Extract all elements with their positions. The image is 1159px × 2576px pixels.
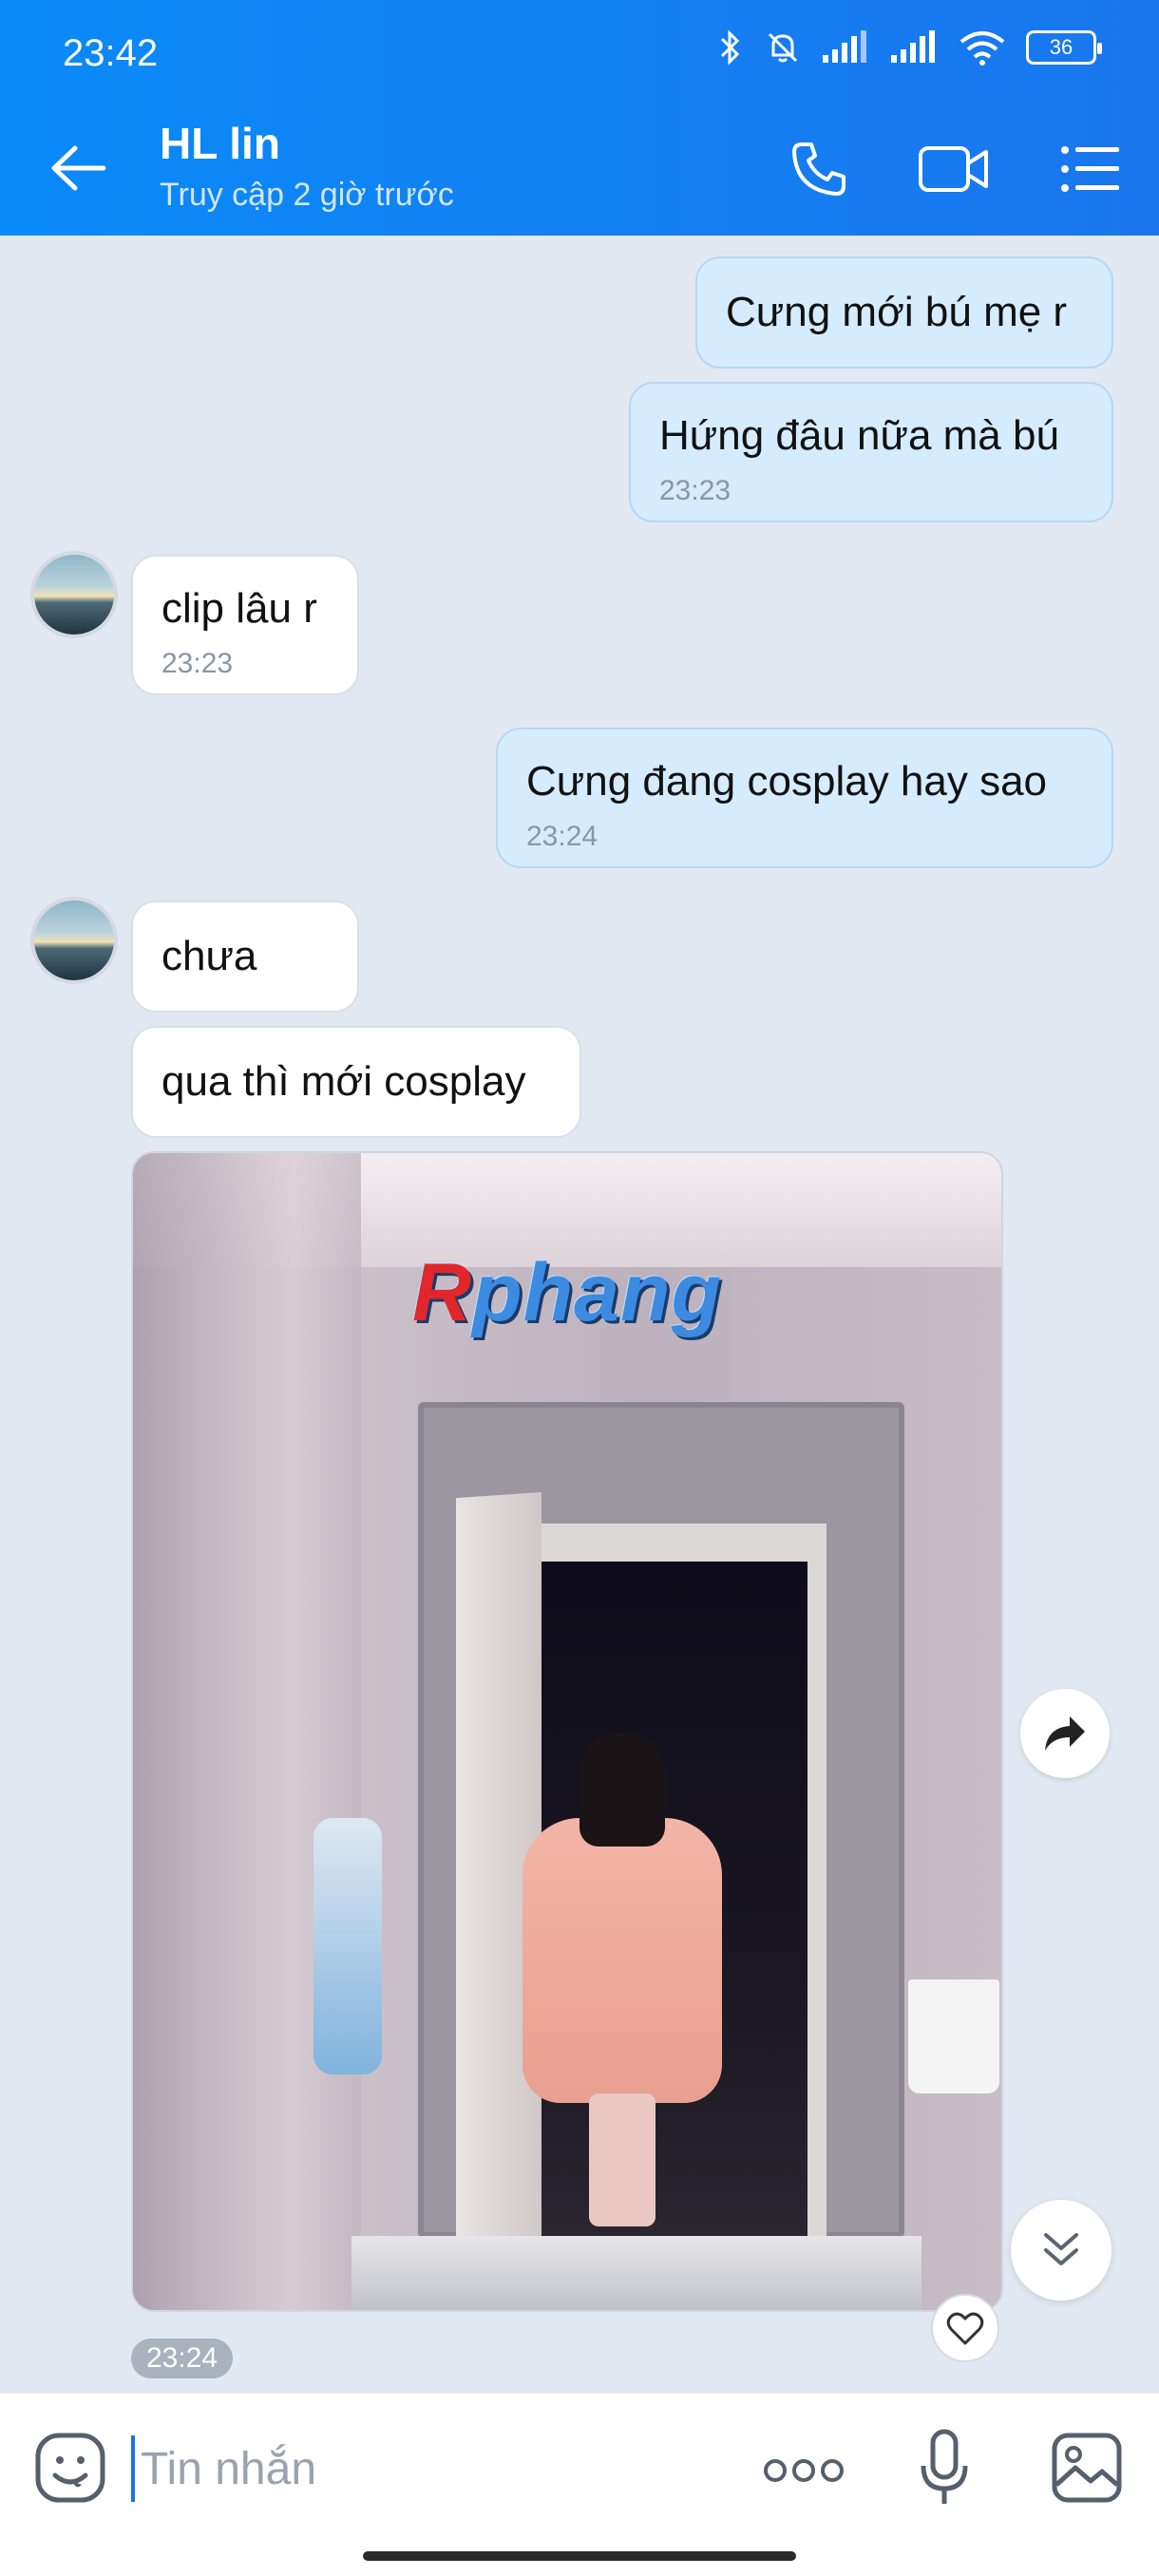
message-time: 23:23 <box>162 648 234 679</box>
message-text: Cưng mới bú mẹ r <box>726 289 1068 335</box>
message-composer <box>0 2392 1159 2576</box>
wifi-icon <box>960 31 1005 66</box>
video-icon <box>919 146 988 192</box>
message-bubble-received[interactable]: chưa <box>131 900 359 1013</box>
menu-list-icon <box>1061 146 1119 192</box>
last-seen-status: Truy cập 2 giờ trước <box>160 177 454 213</box>
voice-message-button[interactable] <box>918 2428 971 2508</box>
message-text: Cưng đang cosplay hay sao <box>526 758 1048 805</box>
back-arrow-icon <box>51 145 106 191</box>
more-dots-icon <box>764 2459 844 2482</box>
more-options-button[interactable] <box>762 2447 846 2494</box>
double-chevron-down-icon <box>1044 2233 1078 2265</box>
signal-icon-2 <box>891 30 935 63</box>
status-time: 23:42 <box>63 32 159 74</box>
message-text: chưa <box>162 933 257 979</box>
share-button[interactable] <box>1020 1689 1110 1778</box>
message-text: qua thì mới cosplay <box>162 1058 526 1105</box>
message-time: 23:24 <box>131 2339 234 2378</box>
mute-icon <box>768 32 798 63</box>
watermark-logo: Rphang <box>411 1247 723 1338</box>
message-bubble-sent[interactable]: Cưng mới bú mẹ r <box>695 256 1113 369</box>
message-time: 23:23 <box>659 475 732 506</box>
message-bubble-sent[interactable]: Hứng đâu nữa mà bú 23:23 <box>629 382 1113 522</box>
message-time: 23:24 <box>526 821 598 852</box>
heart-icon <box>946 2312 984 2345</box>
contact-name[interactable]: HL lin <box>160 118 280 169</box>
gallery-icon <box>1052 2433 1122 2503</box>
chat-header: 23:42 36 HL lin Truy cập 2 giờ trước <box>0 0 1159 236</box>
video-call-button[interactable] <box>914 129 994 209</box>
message-bubble-received[interactable]: clip lâu r 23:23 <box>131 555 359 695</box>
message-text: Hứng đâu nữa mà bú <box>659 412 1059 459</box>
gallery-button[interactable] <box>1051 2432 1123 2504</box>
share-arrow-icon <box>1045 1716 1085 1751</box>
battery-indicator: 36 <box>1026 30 1102 65</box>
person <box>522 1818 722 2103</box>
bluetooth-icon <box>720 29 740 66</box>
voice-call-button[interactable] <box>779 129 859 209</box>
message-list[interactable]: Cưng mới bú mẹ r Hứng đâu nữa mà bú 23:2… <box>0 236 1159 2392</box>
chat-menu-button[interactable] <box>1051 129 1130 209</box>
emoji-button[interactable] <box>34 2432 106 2504</box>
cotton-pad-pack <box>314 1818 382 2074</box>
photo-message[interactable]: Rphang <box>131 1151 1003 2312</box>
message-bubble-received[interactable]: qua thì mới cosplay <box>131 1026 581 1138</box>
status-icons: 36 <box>716 28 1102 66</box>
mic-icon <box>921 2429 968 2504</box>
signal-icon <box>823 30 866 63</box>
phone-icon <box>792 142 846 196</box>
home-indicator[interactable] <box>363 2551 796 2561</box>
message-input[interactable] <box>131 2435 720 2502</box>
back-button[interactable] <box>44 133 114 203</box>
scroll-to-bottom-button[interactable] <box>1011 2200 1112 2301</box>
message-bubble-sent[interactable]: Cưng đang cosplay hay sao 23:24 <box>496 728 1113 868</box>
contact-avatar[interactable] <box>30 897 118 984</box>
message-text: clip lâu r <box>162 585 317 632</box>
react-button[interactable] <box>931 2294 999 2362</box>
emoji-icon <box>35 2433 105 2503</box>
contact-avatar[interactable] <box>30 551 118 638</box>
sink <box>352 2236 922 2310</box>
